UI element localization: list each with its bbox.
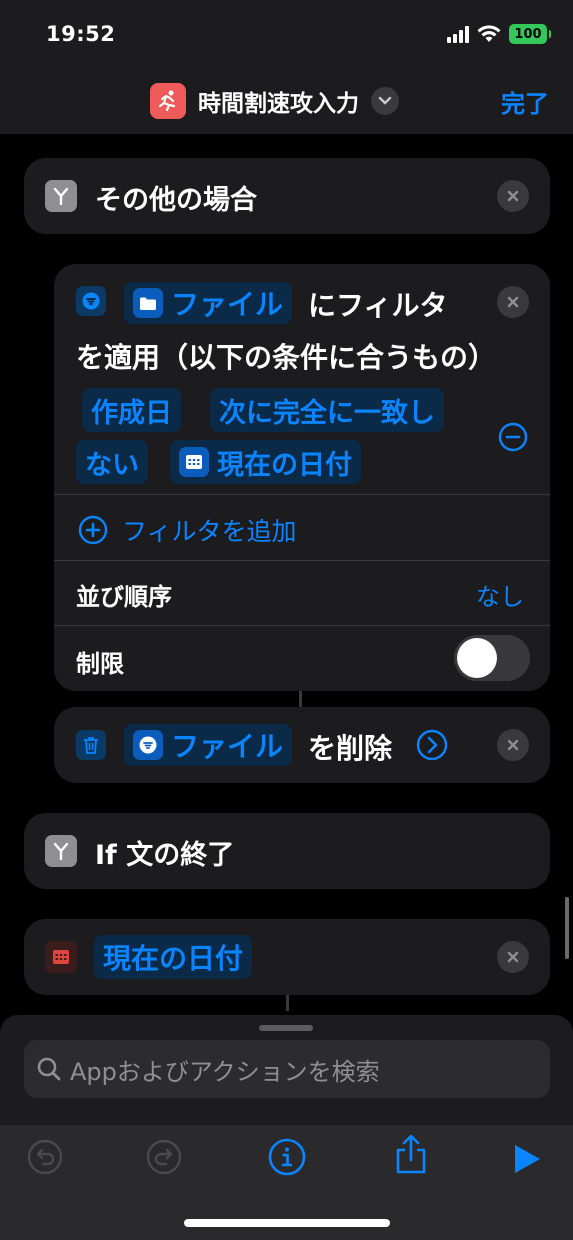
folder-icon [133, 288, 163, 318]
operator-token[interactable]: 次に完全に一致し [210, 388, 444, 432]
close-icon[interactable] [497, 729, 529, 761]
status-time: 19:52 [46, 22, 116, 46]
end-if-label: If 文の終了 [95, 840, 235, 871]
otherwise-label: その他の場合 [95, 185, 257, 216]
sort-label: 並び順序 [76, 583, 172, 611]
current-date-token[interactable]: 現在の日付 [94, 935, 253, 979]
share-icon[interactable] [393, 1133, 429, 1179]
shortcut-title-menu[interactable]: 時間割速攻入力 [150, 83, 399, 119]
current-date-action[interactable]: 現在の日付 [24, 919, 550, 995]
delete-files-action[interactable]: ファイル を削除 [54, 707, 550, 783]
divider [54, 625, 550, 626]
files-token[interactable]: ファイル [124, 282, 293, 324]
close-icon[interactable] [497, 286, 529, 318]
wifi-icon [477, 25, 501, 42]
cellular-signal-icon [447, 25, 469, 43]
sort-value[interactable]: なし [476, 577, 524, 612]
limit-toggle[interactable] [454, 635, 530, 681]
connector-line [299, 691, 302, 707]
divider [54, 494, 550, 495]
current-date-token-label: 現在の日付 [217, 449, 352, 481]
shortcut-app-icon [150, 83, 186, 119]
current-date-token[interactable]: 現在の日付 [170, 440, 361, 484]
filter-icon [76, 286, 106, 316]
field-token[interactable]: 作成日 [82, 388, 181, 432]
limit-label: 制限 [76, 650, 124, 678]
battery-icon: 100 [509, 24, 551, 44]
connector-line [286, 995, 289, 1011]
play-icon[interactable] [512, 1143, 542, 1179]
runner-icon [158, 90, 176, 112]
files-token-label: ファイル [171, 730, 284, 763]
search-placeholder: Appおよびアクションを検索 [70, 1057, 380, 1086]
chevron-right-icon[interactable] [416, 729, 448, 765]
delete-text: を削除 [308, 732, 393, 765]
info-icon[interactable] [268, 1138, 306, 1180]
shortcut-title: 時間割速攻入力 [198, 91, 359, 117]
plus-circle-icon [78, 515, 108, 545]
add-filter-label: フィルタを追加 [122, 517, 297, 546]
otherwise-action[interactable]: その他の場合 [24, 158, 550, 234]
filter-icon [133, 730, 163, 760]
files-token[interactable]: ファイル [124, 724, 293, 766]
filter-text-1: にフィルタ [308, 289, 448, 322]
branch-icon [45, 835, 77, 867]
add-filter-button[interactable]: フィルタを追加 [78, 512, 297, 548]
end-if-action[interactable]: If 文の終了 [24, 813, 550, 889]
calendar-icon [45, 941, 77, 973]
filter-files-action[interactable]: ファイル にフィルタ を適用（以下の条件に合うもの） 作成日 次に完全に一致し … [54, 264, 550, 691]
status-indicators: 100 [447, 24, 551, 44]
scrollbar[interactable] [565, 897, 569, 959]
branch-icon [45, 180, 77, 212]
calendar-icon [179, 447, 209, 477]
action-sheet: Appおよびアクションを検索 [0, 1015, 573, 1240]
divider [54, 560, 550, 561]
undo-icon[interactable] [27, 1139, 63, 1179]
close-icon[interactable] [497, 941, 529, 973]
search-icon [37, 1057, 61, 1081]
navigation-bar: 19:52 100 時間割速攻入力 完了 [0, 0, 573, 134]
filter-text-2: を適用（以下の条件に合うもの） [76, 341, 497, 374]
close-icon[interactable] [497, 180, 529, 212]
operator-token-continued[interactable]: ない [76, 440, 148, 484]
redo-icon[interactable] [146, 1139, 182, 1179]
chevron-down-icon[interactable] [371, 87, 399, 115]
remove-condition-icon[interactable] [498, 422, 528, 456]
search-field[interactable]: Appおよびアクションを検索 [24, 1040, 550, 1098]
done-button[interactable]: 完了 [501, 84, 549, 119]
files-token-label: ファイル [171, 288, 284, 321]
home-indicator [184, 1219, 390, 1227]
trash-icon [76, 730, 106, 760]
sheet-grabber[interactable] [259, 1025, 313, 1031]
